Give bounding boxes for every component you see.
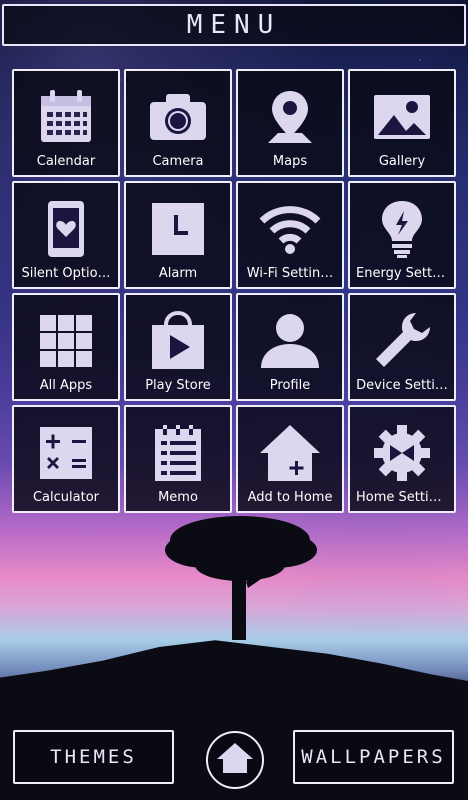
calculator-icon: [34, 421, 98, 485]
tile-label: Profile: [269, 378, 311, 393]
lightbulb-icon: [370, 197, 434, 261]
tile-all-apps[interactable]: All Apps: [12, 293, 120, 401]
tile-energy-settings[interactable]: Energy Setti…: [348, 181, 456, 289]
tile-calendar[interactable]: Calendar: [12, 69, 120, 177]
camera-icon: [146, 85, 210, 149]
tile-label: Wi-Fi Settin…: [246, 266, 334, 281]
tile-memo[interactable]: Memo: [124, 405, 232, 513]
image-icon: [370, 85, 434, 149]
themes-button[interactable]: THEMES: [13, 730, 174, 784]
tile-profile[interactable]: Profile: [236, 293, 344, 401]
phone-heart-icon: [34, 197, 98, 261]
tile-play-store[interactable]: Play Store: [124, 293, 232, 401]
app-grid: Calendar Camera Maps Gallery Silent Opti…: [12, 69, 456, 513]
add-home-icon: [258, 421, 322, 485]
tile-add-to-home[interactable]: Add to Home: [236, 405, 344, 513]
tile-label: Calendar: [36, 154, 96, 169]
tile-silent-options[interactable]: Silent Optio…: [12, 181, 120, 289]
tile-alarm[interactable]: Alarm: [124, 181, 232, 289]
tile-wifi-settings[interactable]: Wi-Fi Settin…: [236, 181, 344, 289]
tile-label: Camera: [152, 154, 204, 169]
tile-label: Home Settin…: [356, 490, 450, 505]
tile-label: Alarm: [158, 266, 198, 281]
play-store-icon: [146, 309, 210, 373]
grid-icon: [34, 309, 98, 373]
tile-gallery[interactable]: Gallery: [348, 69, 456, 177]
notepad-icon: [146, 421, 210, 485]
wallpapers-button-label: WALLPAPERS: [301, 746, 446, 768]
tile-label: All Apps: [39, 378, 93, 393]
map-pin-icon: [258, 85, 322, 149]
home-icon: [215, 741, 255, 779]
person-icon: [258, 309, 322, 373]
tile-calculator[interactable]: Calculator: [12, 405, 120, 513]
tile-label: Silent Optio…: [21, 266, 111, 281]
calendar-icon: [34, 85, 98, 149]
tile-label: Memo: [158, 490, 198, 505]
tile-home-settings[interactable]: Home Settin…: [348, 405, 456, 513]
home-button[interactable]: [206, 731, 264, 789]
tree-silhouette: [165, 516, 317, 640]
tile-label: Calculator: [32, 490, 99, 505]
gear-icon: [370, 421, 434, 485]
tile-maps[interactable]: Maps: [236, 69, 344, 177]
page-title: MENU: [186, 10, 282, 40]
clock-icon: [146, 197, 210, 261]
tile-label: Device Setti…: [356, 378, 448, 393]
wallpapers-button[interactable]: WALLPAPERS: [293, 730, 454, 784]
wifi-icon: [258, 197, 322, 261]
wrench-icon: [370, 309, 434, 373]
themes-button-label: THEMES: [50, 746, 137, 768]
tile-device-settings[interactable]: Device Setti…: [348, 293, 456, 401]
tile-label: Add to Home: [247, 490, 333, 505]
tile-label: Maps: [272, 154, 308, 169]
menu-header: MENU: [2, 4, 466, 46]
tile-label: Energy Setti…: [356, 266, 449, 281]
tile-camera[interactable]: Camera: [124, 69, 232, 177]
tile-label: Gallery: [378, 154, 426, 169]
tile-label: Play Store: [145, 378, 211, 393]
